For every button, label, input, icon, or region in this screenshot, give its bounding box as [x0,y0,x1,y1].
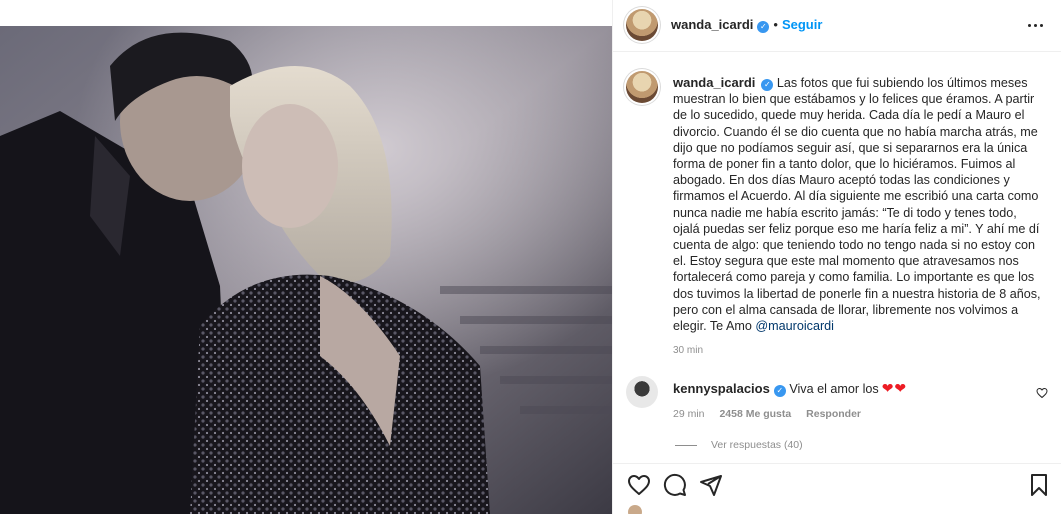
post-photo[interactable] [0,26,612,514]
heart-icon[interactable] [627,473,651,497]
comment-likes-count[interactable]: 2458 Me gusta [719,408,791,420]
comment-icon[interactable] [663,473,687,497]
reply-button[interactable]: Responder [806,408,861,420]
liker-avatar[interactable] [628,505,642,514]
comment-meta: 29 min 2458 Me gusta Responder [673,408,873,420]
post-actions-bar [613,463,1061,514]
author-line: wanda_icardi ✓ • Seguir [671,17,822,33]
post-header: wanda_icardi ✓ • Seguir [613,0,1061,52]
verified-badge-icon: ✓ [773,385,786,397]
commenter-avatar[interactable] [626,376,658,408]
caption-text: Las fotos que fui subiendo los últimos m… [673,76,1041,334]
author-username[interactable]: wanda_icardi [671,17,753,32]
author-avatar[interactable] [626,9,658,41]
caption-mention-link[interactable]: @mauroicardi [755,319,834,333]
more-options-icon[interactable] [1024,14,1046,36]
caption-username[interactable]: wanda_icardi [673,75,755,90]
caption-author-avatar[interactable] [626,71,658,103]
follow-button[interactable]: Seguir [782,17,822,32]
view-replies-label: Ver respuestas (40) [711,439,803,451]
comment-like-heart-icon[interactable] [1036,386,1048,399]
comment-text: Viva el amor los [789,382,879,396]
post-panel: wanda_icardi ✓ • Seguir wanda_icardi ✓ Las f… [612,0,1061,514]
verified-badge-icon: ✓ [761,79,774,91]
view-replies-button[interactable]: Ver respuestas (40) [675,439,803,451]
comment-username[interactable]: kennyspalacios [673,381,770,396]
post-caption: wanda_icardi ✓ Las fotos que fui subiendo… [673,75,1043,334]
separator-dot: • [773,17,778,32]
caption-timestamp[interactable]: 30 min [673,345,703,356]
replies-divider-line [675,444,697,446]
post-photo-image [0,26,612,514]
verified-badge-icon: ✓ [757,21,770,33]
comment: kennyspalacios ✓ Viva el amor los ❤❤ [673,380,907,397]
bookmark-icon[interactable] [1027,473,1051,497]
share-icon[interactable] [699,473,723,497]
comment-timestamp[interactable]: 29 min [673,408,705,420]
heart-emoji-icon: ❤❤ [881,380,908,396]
post-media-area [0,0,612,514]
